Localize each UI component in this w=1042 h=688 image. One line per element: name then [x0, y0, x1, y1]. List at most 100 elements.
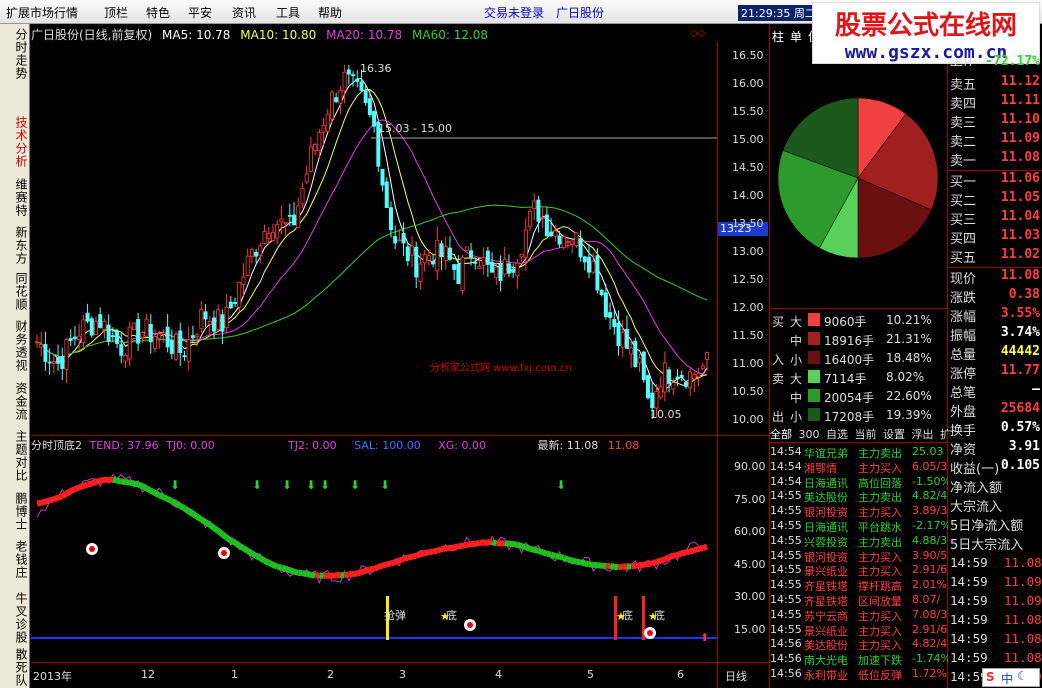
date-tick-2: 2: [327, 668, 334, 681]
list-tab-300[interactable]: 300: [799, 428, 820, 441]
flow-volume: 17208手: [824, 410, 875, 424]
signal-stock-name: 永利带业: [804, 669, 848, 682]
menu-tools[interactable]: 工具: [276, 4, 300, 21]
stat-row-value: 0.38: [1008, 287, 1040, 302]
signal-row[interactable]: 14:55 美达股份 主力卖出 4.82/4: [770, 488, 948, 504]
menu-features[interactable]: 特色: [146, 4, 170, 21]
menu-help[interactable]: 帮助: [318, 4, 342, 21]
menu-topbar[interactable]: 顶栏: [104, 4, 128, 21]
ask-row-label: 卖四: [950, 97, 977, 112]
current-stock-link[interactable]: 广日股份: [556, 4, 604, 21]
trend-band-segment: [449, 544, 455, 552]
signal-row[interactable]: 14:55 银河投资 主力买入 3.89/3: [770, 503, 948, 519]
menu-news[interactable]: 资讯: [232, 4, 256, 21]
price-tick-label: 15.00: [732, 133, 764, 146]
side-tab-intraday[interactable]: 分时走势: [2, 28, 28, 80]
period-label[interactable]: 日线: [725, 668, 747, 684]
trade-row: 14:59 11.08: [948, 629, 1042, 648]
bid-row: 买四 11.03: [948, 228, 1042, 247]
logo-title: 股票公式在线网: [834, 11, 1017, 41]
side-tab-finance[interactable]: 财务透视: [2, 320, 28, 372]
signal-row[interactable]: 14:54 湘鄂情 主力买入 6.05/3: [770, 459, 948, 475]
side-tab-capital-flow[interactable]: 资金流: [2, 382, 28, 421]
side-tab-weisaite[interactable]: 维赛特: [2, 178, 28, 217]
signal-row[interactable]: 14:56 永利带业 低位反弹 1.72%: [770, 666, 948, 682]
trade-time: 14:59: [950, 555, 988, 570]
list-tab-current[interactable]: 当前: [855, 428, 877, 441]
menu-pingan[interactable]: 平安: [188, 4, 212, 21]
tab-zhu[interactable]: 柱: [772, 28, 784, 45]
trade-row: 14:59 11.08: [948, 610, 1042, 629]
flow-percent: 18.48%: [886, 351, 932, 365]
mark-di-3: 底: [654, 609, 665, 622]
ask-row: 卖三 11.10: [948, 112, 1042, 131]
list-tab-settings[interactable]: 设置: [883, 428, 905, 441]
ime-tray[interactable]: S 中 ☾: [982, 668, 1040, 687]
signal-row[interactable]: 14:55 景兴纸业 主力买入 2.91/6: [770, 622, 948, 638]
trend-band-segment: [655, 557, 662, 565]
indicator-header-2: TJ2: 0.00 SAL: 100.00 XG: 0.00 最新: 11.08…: [288, 437, 639, 453]
trade-login-link[interactable]: 交易未登录: [484, 4, 544, 21]
divider: [770, 442, 948, 443]
stat-row-label: 净资: [950, 443, 977, 458]
signal-value: 2.91/6: [912, 622, 948, 636]
date-tick-1: 1: [231, 668, 238, 681]
indicator-tick-label: 30.00: [734, 590, 766, 604]
stat-row-label: 外盘: [950, 405, 977, 420]
trend-band-segment: [676, 550, 683, 558]
trend-band-segment: [220, 531, 229, 541]
stat-row-label: 总量: [950, 348, 977, 363]
signal-row[interactable]: 14:56 美达股份 主力买入 4.82/4: [770, 636, 948, 652]
signal-row[interactable]: 14:55 日海通讯 平台跳水 -2.17%: [770, 518, 948, 534]
side-tab-sansidui[interactable]: 散死队: [2, 648, 28, 687]
side-tab-xindongfang[interactable]: 新东方: [2, 226, 28, 265]
signal-value: 2.91/6: [912, 563, 948, 577]
trend-band-segment: [195, 514, 203, 522]
ask-row-label: 卖五: [950, 78, 977, 93]
side-tab-technical[interactable]: 技术分析: [2, 116, 28, 168]
list-tab-watch[interactable]: 自选: [826, 428, 848, 441]
signal-row[interactable]: 14:56 南大光电 加速下跌 -1.74%: [770, 651, 948, 667]
signal-row[interactable]: 14:55 齐星铁塔 区间放量 8.07/: [770, 592, 948, 608]
signal-row[interactable]: 14:54 华谊兄弟 主力卖出 25.03: [770, 444, 948, 460]
stat-row-value: 11.08: [1000, 268, 1040, 283]
side-tab-laoqianzhuang[interactable]: 老钱庄: [2, 540, 28, 579]
trade-time: 14:59: [950, 631, 988, 646]
list-tab-all[interactable]: 全部: [770, 428, 792, 441]
trend-band-segment: [635, 562, 640, 569]
signal-row[interactable]: 14:55 苏宁云商 主力买入 7.08/3: [770, 607, 948, 623]
signal-row[interactable]: 14:55 银河投资 主力买入 3.90/5: [770, 548, 948, 564]
side-tab-theme[interactable]: 主题对比: [2, 430, 28, 482]
price-tick-label: 15.50: [732, 105, 764, 118]
flow-row: 小 17208手 19.39%: [770, 406, 948, 425]
bid-row-value: 11.06: [1000, 171, 1040, 186]
trend-band-segment: [145, 485, 153, 494]
list-tab-float[interactable]: 浮出: [912, 428, 934, 441]
signal-row[interactable]: 14:54 日海通讯 高位回落 -1.50%: [770, 474, 948, 490]
trend-band-segment: [120, 478, 126, 486]
buy-arrow-icon: ⬇: [306, 478, 316, 492]
bid-row-value: 11.05: [1000, 190, 1040, 205]
signal-action: 低位反弹: [858, 669, 902, 682]
menu-extended-market[interactable]: 扩展市场行情: [6, 4, 78, 21]
side-tab-pengboshi[interactable]: 鹏博士: [2, 492, 28, 531]
signal-value: 7.08/3: [912, 607, 948, 621]
trend-band-segment: [440, 545, 447, 553]
trade-price: 11.08: [1004, 650, 1042, 665]
side-tab-diagnose[interactable]: 牛叉诊股: [2, 592, 28, 644]
stat-row: 净资 3.91: [948, 439, 1042, 458]
mark-di-1: 底: [446, 609, 457, 622]
bid-row-label: 买五: [950, 251, 977, 266]
chart-options-icon[interactable]: ◇◇: [690, 28, 705, 39]
ask-row-label: 卖二: [950, 135, 977, 150]
trend-band-segment: [356, 569, 363, 577]
trade-price: 11.09: [1004, 574, 1042, 589]
trend-band-segment: [174, 500, 183, 509]
signal-row[interactable]: 14:55 兴蓉投资 主力卖出 4.88/3: [770, 533, 948, 549]
trend-band-segment: [280, 564, 287, 572]
signal-row[interactable]: 14:55 景兴纸业 主力买入 2.91/6: [770, 562, 948, 578]
tab-dan[interactable]: 单: [790, 28, 802, 45]
side-tab-tonghuashun[interactable]: 同花顺: [2, 272, 28, 311]
price-tick-label: 10.50: [732, 385, 764, 398]
signal-row[interactable]: 14:55 齐星铁塔 撑杆跳高 2.01%: [770, 577, 948, 593]
